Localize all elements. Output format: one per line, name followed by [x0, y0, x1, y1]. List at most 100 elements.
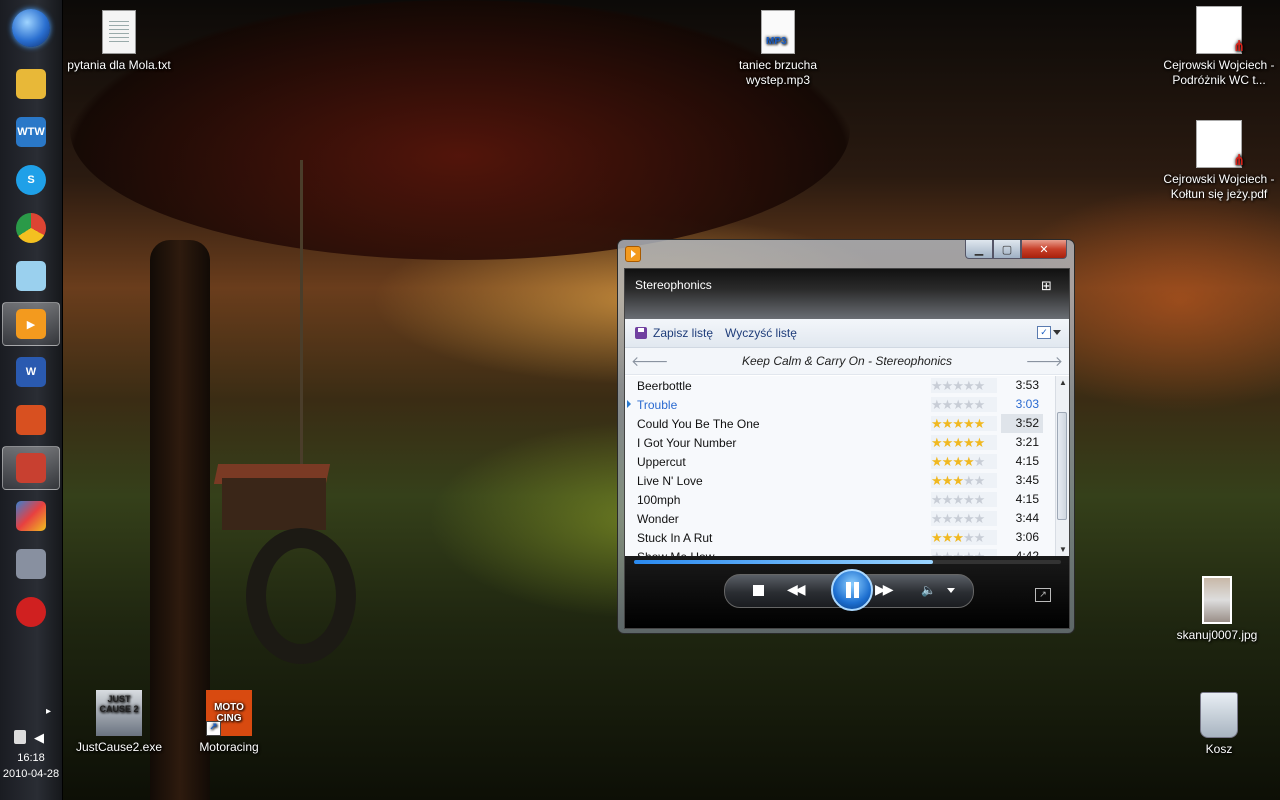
- paint-icon: [16, 453, 46, 483]
- track-row[interactable]: Wonder ★★★★★ 3:44: [625, 509, 1055, 528]
- switch-to-library-icon[interactable]: ↗: [1035, 588, 1051, 602]
- volume-icon[interactable]: ◀: [34, 730, 44, 746]
- now-playing-header: Stereophonics ⊞: [625, 269, 1069, 319]
- desktop-icon-motoracing[interactable]: MOTO CING ↗ Motoracing: [169, 690, 289, 755]
- rating-stars[interactable]: ★★★★★: [931, 397, 997, 412]
- track-title: Trouble: [637, 398, 678, 412]
- track-row[interactable]: Stuck In A Rut ★★★★★ 3:06: [625, 528, 1055, 547]
- desktop-icon-justcause2[interactable]: JUST CAUSE 2 JustCause2.exe: [59, 690, 179, 755]
- skype-icon: S: [16, 165, 46, 195]
- taskbar-item-powerpoint[interactable]: [2, 398, 60, 442]
- just-cause-2-icon: JUST CAUSE 2: [96, 690, 142, 736]
- next-button[interactable]: ▶▶: [875, 581, 893, 598]
- transport-controls: ◀◀ ▶▶ 🔈: [724, 569, 974, 611]
- track-title: I Got Your Number: [637, 436, 737, 450]
- rating-stars[interactable]: ★★★★★: [931, 511, 997, 526]
- track-title: Uppercut: [637, 455, 686, 469]
- rating-stars[interactable]: ★★★★★: [931, 530, 997, 545]
- previous-button[interactable]: ◀◀: [787, 581, 805, 598]
- media-player-icon: ▶: [16, 309, 46, 339]
- minimize-button[interactable]: ▁: [965, 240, 993, 259]
- desktop-icon-pdf-2[interactable]: ⋔ Cejrowski Wojciech - Kołtun się jeży.p…: [1159, 120, 1279, 202]
- desktop-icon-mp3[interactable]: MP3 taniec brzucha wystep.mp3: [718, 10, 838, 88]
- stop-button[interactable]: [753, 585, 764, 596]
- next-playlist-icon[interactable]: 🡒: [1025, 353, 1063, 370]
- switch-layout-icon[interactable]: ⊞: [1041, 278, 1059, 294]
- maximize-button[interactable]: ▢: [993, 240, 1021, 259]
- taskbar-item-media-player[interactable]: ▶: [2, 302, 60, 346]
- track-row[interactable]: Uppercut ★★★★★ 4:15: [625, 452, 1055, 471]
- scroll-up-icon[interactable]: ▲: [1059, 378, 1067, 387]
- track-title: Wonder: [637, 512, 679, 526]
- scroll-thumb[interactable]: [1057, 412, 1067, 520]
- save-list-label: Zapisz listę: [653, 326, 714, 340]
- taskbar-item-wtw[interactable]: WTW: [2, 110, 60, 154]
- clear-list-button[interactable]: Wyczyść listę: [725, 326, 797, 340]
- desktop-icon-label: skanuj0007.jpg: [1176, 628, 1258, 642]
- pause-button[interactable]: [831, 569, 873, 611]
- wallpaper-tire-swing: [246, 528, 356, 664]
- track-duration: 3:06: [1015, 530, 1039, 544]
- taskbar-item-explorer[interactable]: [2, 62, 60, 106]
- taskbar-item-app[interactable]: [2, 254, 60, 298]
- media-player-window: ▁ ▢ ✕ Stereophonics ⊞ Zapisz listę Wyczy…: [617, 239, 1075, 634]
- previous-playlist-icon[interactable]: 🡐: [631, 353, 669, 370]
- track-row[interactable]: Live N' Love ★★★★★ 3:45: [625, 471, 1055, 490]
- scroll-down-icon[interactable]: ▼: [1059, 545, 1067, 554]
- desktop-icon-label: Cejrowski Wojciech - Podróżnik WC t...: [1163, 58, 1275, 87]
- taskbar: WTW S ▶ W ▸ ◀ 16:18 2010-04-28: [0, 0, 63, 800]
- track-row[interactable]: Trouble ★★★★★ 3:03: [625, 395, 1055, 414]
- track-duration: 3:53: [1015, 378, 1039, 392]
- track-row[interactable]: I Got Your Number ★★★★★ 3:21: [625, 433, 1055, 452]
- show-hidden-icons-icon[interactable]: ▸: [46, 706, 51, 717]
- taskbar-item-paint[interactable]: [2, 446, 60, 490]
- taskbar-item-live-messenger[interactable]: [2, 494, 60, 538]
- seek-bar[interactable]: [634, 560, 1061, 564]
- track-row[interactable]: 100mph ★★★★★ 4:15: [625, 490, 1055, 509]
- clock-date[interactable]: 2010-04-28: [0, 768, 62, 780]
- pdf-file-icon: ⋔: [1196, 120, 1245, 168]
- desktop-icon-txt[interactable]: pytania dla Mola.txt: [59, 10, 179, 73]
- track-duration: 3:44: [1015, 511, 1039, 525]
- media-player-app-icon: [625, 246, 641, 262]
- desktop-icon-recycle-bin[interactable]: Kosz: [1159, 692, 1279, 757]
- chevron-down-icon: [1053, 329, 1061, 335]
- rating-stars[interactable]: ★★★★★: [931, 435, 997, 450]
- start-button[interactable]: [12, 9, 50, 47]
- rating-stars[interactable]: ★★★★★: [931, 416, 997, 431]
- app-icon: [16, 261, 46, 291]
- motoracing-icon: MOTO CING ↗: [206, 690, 252, 736]
- desktop-icon-label: Motoracing: [199, 740, 259, 754]
- track-row[interactable]: Beerbottle ★★★★★ 3:53: [625, 376, 1055, 395]
- close-button[interactable]: ✕: [1021, 240, 1067, 259]
- rating-stars[interactable]: ★★★★★: [931, 473, 997, 488]
- taskbar-item-chrome[interactable]: [2, 206, 60, 250]
- track-row[interactable]: Could You Be The One ★★★★★ 3:52: [625, 414, 1055, 433]
- desktop-icon-label: taniec brzucha wystep.mp3: [738, 58, 818, 87]
- volume-dropdown-icon[interactable]: [947, 588, 955, 593]
- taskbar-item-word[interactable]: W: [2, 350, 60, 394]
- rating-stars[interactable]: ★★★★★: [931, 378, 997, 393]
- list-options-button[interactable]: ✓: [1037, 325, 1061, 339]
- now-playing-icon: [627, 400, 631, 408]
- track-duration: 3:03: [1015, 397, 1039, 411]
- playback-controls: ◀◀ ▶▶ 🔈 ↗: [625, 556, 1069, 628]
- mute-button[interactable]: 🔈: [921, 583, 936, 597]
- rating-stars[interactable]: ★★★★★: [931, 454, 997, 469]
- app2-icon: [16, 549, 46, 579]
- pdf-badge-icon: ⋔: [1232, 38, 1246, 55]
- taskbar-item-app3[interactable]: [2, 590, 60, 634]
- track-list-scrollbar[interactable]: ▲ ▼: [1055, 376, 1069, 556]
- rating-stars[interactable]: ★★★★★: [931, 492, 997, 507]
- desktop-icon-jpg[interactable]: skanuj0007.jpg: [1157, 576, 1277, 643]
- list-options-icon: ✓: [1037, 325, 1051, 339]
- clock-time[interactable]: 16:18: [0, 752, 62, 764]
- taskbar-item-app2[interactable]: [2, 542, 60, 586]
- network-icon[interactable]: [14, 730, 26, 744]
- desktop-icon-pdf-1[interactable]: ⋔ Cejrowski Wojciech - Podróżnik WC t...: [1159, 6, 1279, 88]
- save-list-button[interactable]: Zapisz listę: [635, 326, 713, 340]
- artist-name: Stereophonics: [635, 278, 712, 292]
- taskbar-item-skype[interactable]: S: [2, 158, 60, 202]
- powerpoint-icon: [16, 405, 46, 435]
- track-duration: 3:45: [1015, 473, 1039, 487]
